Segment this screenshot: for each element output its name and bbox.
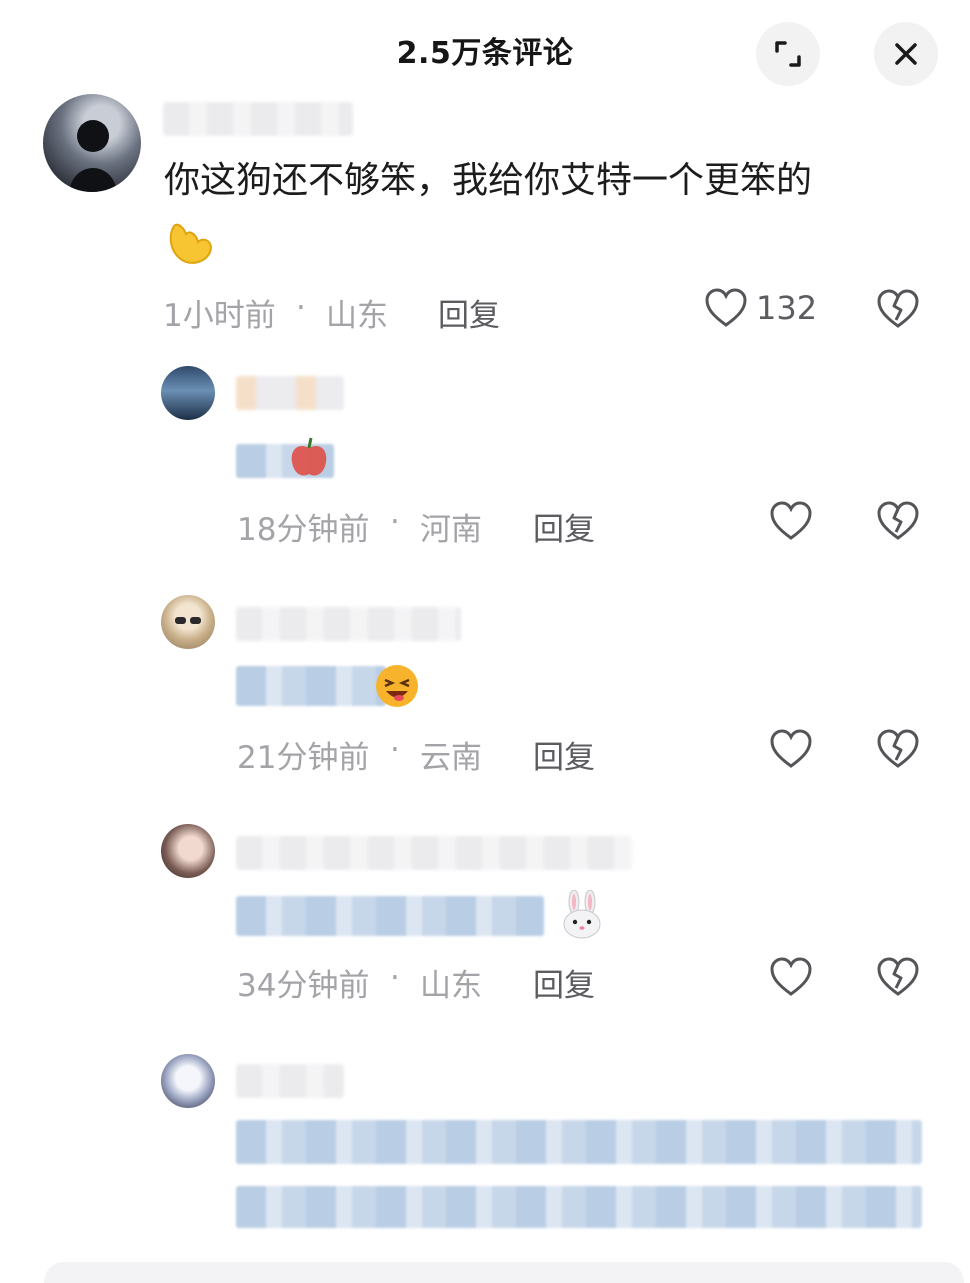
sunglasses-icon [175, 617, 201, 624]
username-blurred[interactable] [236, 607, 461, 641]
laughing-emoji [376, 665, 418, 707]
reply-text-blurred [236, 1120, 922, 1164]
heart-icon[interactable] [769, 500, 813, 542]
comment-location: 山东 [326, 298, 388, 334]
username-blurred[interactable] [236, 1064, 344, 1098]
username-blurred[interactable] [236, 376, 344, 410]
reply-text-blurred [236, 666, 386, 706]
reply-location: 河南 [420, 512, 482, 548]
like-count: 132 [756, 289, 818, 327]
reply-time: 21分钟前 [237, 740, 370, 776]
comment-time: 1小时前 [163, 298, 276, 334]
reply-text-blurred [236, 1186, 922, 1228]
dislike-icon[interactable] [876, 956, 920, 998]
avatar[interactable] [161, 366, 215, 420]
expand-icon [775, 41, 801, 67]
heart-icon [705, 288, 747, 327]
muscle-emoji [169, 223, 212, 264]
meta-separator: · [296, 290, 306, 326]
comment-count-title: 2.5万条评论 [396, 36, 574, 71]
reply-location: 山东 [420, 968, 482, 1004]
reply-button[interactable]: 回复 [533, 504, 595, 549]
avatar[interactable] [161, 824, 215, 878]
reply-text-blurred [236, 896, 544, 936]
dislike-icon[interactable] [876, 728, 920, 770]
meta-separator: · [390, 960, 400, 996]
avatar[interactable] [43, 94, 141, 192]
reply-button[interactable]: 回复 [533, 960, 595, 1005]
like-button[interactable]: 132 [704, 287, 817, 329]
avatar[interactable] [161, 1054, 215, 1108]
reply-button[interactable]: 回复 [533, 732, 595, 777]
username-blurred[interactable] [163, 102, 353, 136]
heart-icon[interactable] [769, 728, 813, 770]
meta-separator: · [390, 732, 400, 768]
heart-icon[interactable] [769, 956, 813, 998]
username-blurred[interactable] [236, 836, 632, 870]
comments-header: 2.5万条评论 [0, 0, 970, 100]
dislike-icon[interactable] [876, 500, 920, 542]
dislike-icon[interactable] [876, 288, 920, 330]
comment-input-bar[interactable] [44, 1262, 964, 1283]
reply-time: 18分钟前 [237, 512, 370, 548]
reply-time: 34分钟前 [237, 968, 370, 1004]
comment-text: 你这狗还不够笨，我给你艾特一个更笨的 [164, 160, 813, 201]
meta-separator: · [390, 504, 400, 540]
reply-location: 云南 [420, 740, 482, 776]
reply-button[interactable]: 回复 [438, 290, 500, 335]
avatar-silhouette [69, 120, 117, 192]
avatar[interactable] [161, 595, 215, 649]
apple-emoji [291, 437, 327, 476]
rabbit-emoji [563, 890, 601, 939]
close-button[interactable] [874, 22, 938, 86]
expand-button[interactable] [756, 22, 820, 86]
close-icon [895, 43, 917, 65]
